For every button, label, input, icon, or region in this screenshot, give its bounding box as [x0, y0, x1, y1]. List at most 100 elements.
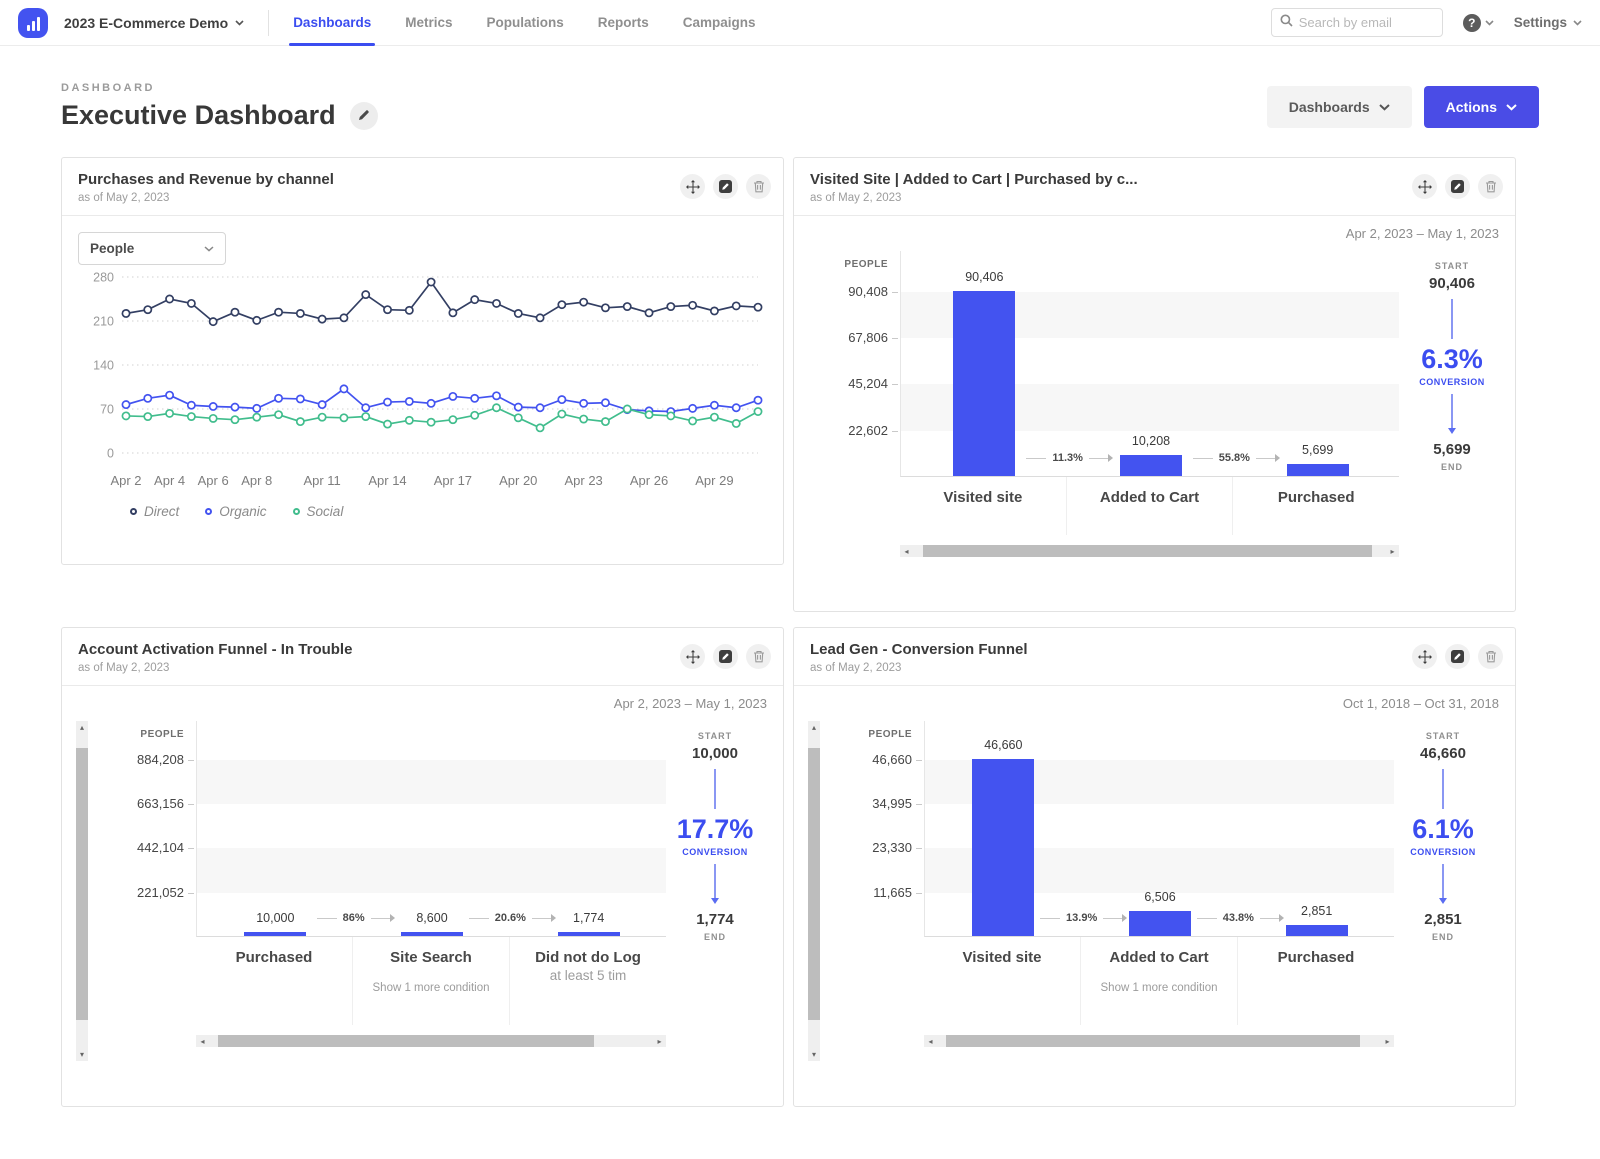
edit-title-button[interactable]: [350, 102, 378, 130]
scroll-down-arrow[interactable]: ▾: [76, 1048, 88, 1061]
data-point[interactable]: [166, 410, 173, 417]
data-point[interactable]: [362, 413, 369, 420]
data-point[interactable]: [602, 418, 609, 425]
data-point[interactable]: [384, 306, 391, 313]
data-point[interactable]: [362, 291, 369, 298]
vertical-scroll-thumb[interactable]: [76, 748, 88, 1020]
move-widget-button[interactable]: [1412, 174, 1437, 199]
metric-select[interactable]: People: [78, 232, 226, 265]
data-point[interactable]: [536, 424, 543, 431]
data-point[interactable]: [449, 309, 456, 316]
data-point[interactable]: [166, 392, 173, 399]
delete-widget-button[interactable]: [746, 174, 771, 199]
data-point[interactable]: [231, 416, 238, 423]
data-point[interactable]: [428, 278, 435, 285]
scroll-up-arrow[interactable]: ▴: [76, 721, 88, 734]
funnel-bar-2[interactable]: [1120, 455, 1182, 476]
nav-item-populations[interactable]: Populations: [487, 0, 564, 46]
horizontal-scrollbar[interactable]: ◂▸: [196, 1035, 666, 1047]
edit-widget-button[interactable]: [1445, 644, 1470, 669]
nav-item-dashboards[interactable]: Dashboards: [293, 0, 371, 46]
delete-widget-button[interactable]: [1478, 644, 1503, 669]
edit-widget-button[interactable]: [713, 644, 738, 669]
data-point[interactable]: [493, 404, 500, 411]
vertical-scrollbar[interactable]: ▴▾: [808, 721, 820, 1061]
legend-item-direct[interactable]: Direct: [130, 504, 179, 519]
move-widget-button[interactable]: [680, 174, 705, 199]
data-point[interactable]: [428, 400, 435, 407]
data-point[interactable]: [122, 412, 129, 419]
data-point[interactable]: [319, 414, 326, 421]
actions-dropdown-button[interactable]: Actions: [1424, 86, 1539, 128]
data-point[interactable]: [319, 401, 326, 408]
data-point[interactable]: [711, 307, 718, 314]
data-point[interactable]: [210, 415, 217, 422]
horizontal-scroll-thumb[interactable]: [946, 1035, 1360, 1047]
help-menu[interactable]: ?: [1463, 14, 1494, 32]
data-point[interactable]: [144, 306, 151, 313]
delete-widget-button[interactable]: [746, 644, 771, 669]
edit-widget-button[interactable]: [1445, 174, 1470, 199]
nav-item-reports[interactable]: Reports: [598, 0, 649, 46]
show-more-condition-link[interactable]: Show 1 more condition: [353, 982, 509, 994]
data-point[interactable]: [689, 405, 696, 412]
data-point[interactable]: [754, 304, 761, 311]
data-point[interactable]: [253, 317, 260, 324]
funnel-bar-1[interactable]: [972, 759, 1034, 936]
data-point[interactable]: [275, 411, 282, 418]
data-point[interactable]: [754, 408, 761, 415]
data-point[interactable]: [515, 414, 522, 421]
data-point[interactable]: [340, 314, 347, 321]
data-point[interactable]: [493, 392, 500, 399]
data-point[interactable]: [188, 413, 195, 420]
data-point[interactable]: [384, 398, 391, 405]
data-point[interactable]: [231, 404, 238, 411]
data-point[interactable]: [406, 417, 413, 424]
data-point[interactable]: [536, 404, 543, 411]
data-point[interactable]: [122, 401, 129, 408]
data-point[interactable]: [340, 385, 347, 392]
data-point[interactable]: [558, 410, 565, 417]
data-point[interactable]: [602, 304, 609, 311]
data-point[interactable]: [471, 296, 478, 303]
data-point[interactable]: [406, 398, 413, 405]
legend-item-social[interactable]: Social: [293, 504, 344, 519]
data-point[interactable]: [449, 393, 456, 400]
data-point[interactable]: [689, 302, 696, 309]
data-point[interactable]: [667, 303, 674, 310]
data-point[interactable]: [515, 404, 522, 411]
delete-widget-button[interactable]: [1478, 174, 1503, 199]
data-point[interactable]: [275, 395, 282, 402]
vertical-scrollbar[interactable]: ▴▾: [76, 721, 88, 1061]
funnel-bar-3[interactable]: [558, 932, 620, 936]
scroll-left-arrow[interactable]: ◂: [196, 1035, 209, 1047]
scroll-right-arrow[interactable]: ▸: [1386, 545, 1399, 557]
data-point[interactable]: [122, 310, 129, 317]
data-point[interactable]: [645, 411, 652, 418]
data-point[interactable]: [362, 404, 369, 411]
horizontal-scroll-thumb[interactable]: [923, 545, 1372, 557]
settings-menu[interactable]: Settings: [1514, 15, 1582, 30]
data-point[interactable]: [493, 300, 500, 307]
nav-item-metrics[interactable]: Metrics: [405, 0, 452, 46]
data-point[interactable]: [449, 416, 456, 423]
funnel-bar-1[interactable]: [244, 932, 306, 936]
data-point[interactable]: [144, 413, 151, 420]
data-point[interactable]: [602, 399, 609, 406]
legend-item-organic[interactable]: Organic: [205, 504, 266, 519]
nav-item-campaigns[interactable]: Campaigns: [683, 0, 756, 46]
scroll-right-arrow[interactable]: ▸: [1381, 1035, 1394, 1047]
funnel-bar-3[interactable]: [1286, 925, 1348, 936]
data-point[interactable]: [428, 419, 435, 426]
data-point[interactable]: [166, 295, 173, 302]
data-point[interactable]: [340, 414, 347, 421]
data-point[interactable]: [275, 309, 282, 316]
data-point[interactable]: [754, 397, 761, 404]
move-widget-button[interactable]: [680, 644, 705, 669]
funnel-bar-3[interactable]: [1287, 464, 1349, 476]
funnel-bar-2[interactable]: [401, 932, 463, 936]
data-point[interactable]: [536, 314, 543, 321]
data-point[interactable]: [319, 316, 326, 323]
data-point[interactable]: [253, 405, 260, 412]
data-point[interactable]: [580, 415, 587, 422]
